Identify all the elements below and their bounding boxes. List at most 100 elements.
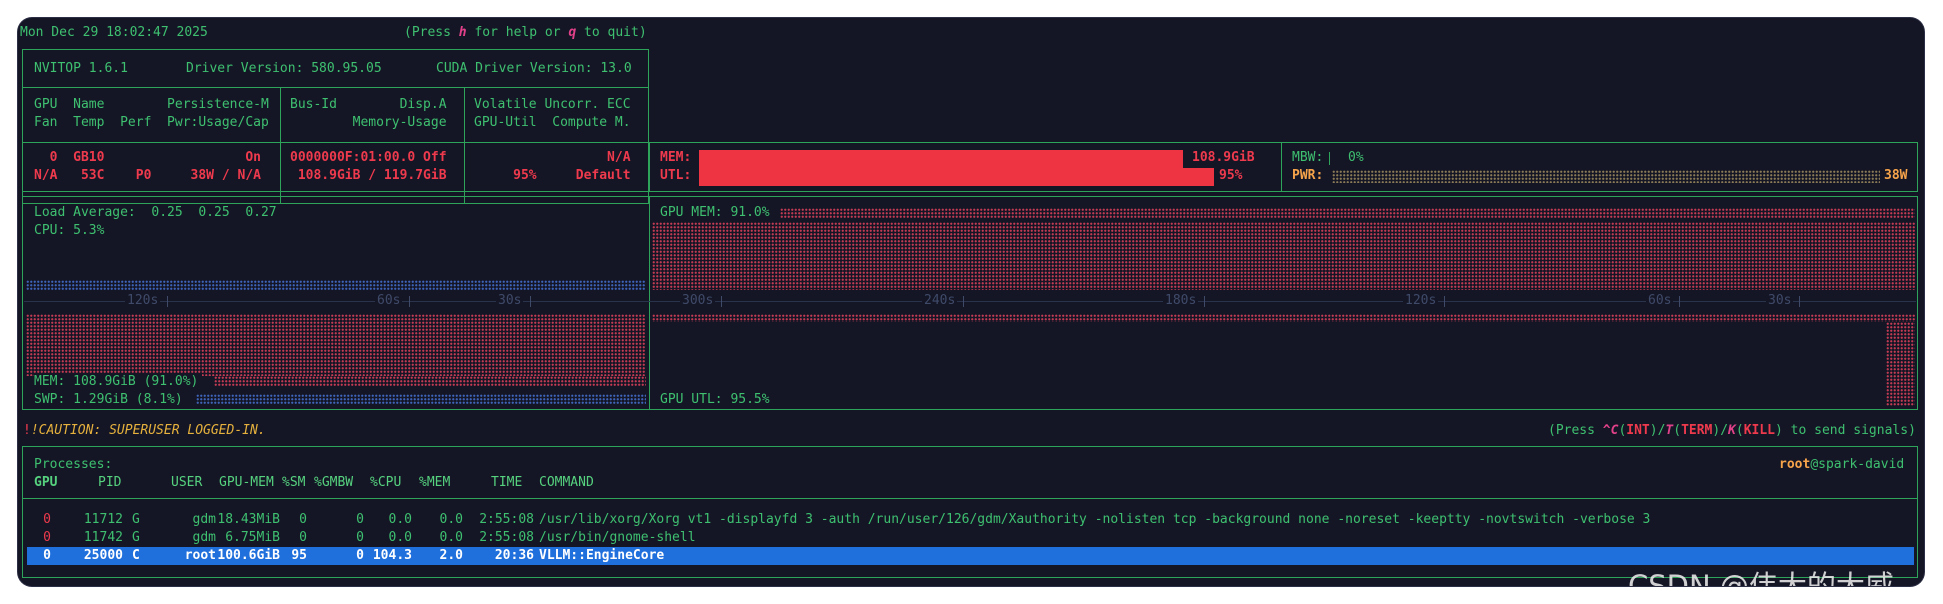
process-cpu: 104.3: [372, 548, 412, 563]
process-user: gdm: [192, 512, 216, 527]
utl-bar-label: UTL:: [660, 168, 692, 183]
help-hint: (Press h for help or q to quit): [404, 25, 647, 40]
gpu-header-col3-row1: Volatile Uncorr. ECC: [474, 97, 631, 112]
process-pid: 11742: [83, 530, 123, 545]
process-type: G: [132, 530, 140, 545]
swap-usage: SWP: 1.29GiB (8.1%): [34, 391, 187, 409]
gpu0-ecc: N/A: [474, 150, 631, 165]
load-average: Load Average: 0.25 0.25 0.27: [34, 205, 277, 220]
col-mem: %MEM: [419, 475, 451, 490]
col-gpu: GPU: [34, 475, 58, 490]
time-axis: [24, 301, 1916, 302]
process-gpu: 0: [43, 548, 51, 563]
right-tick-120s: 120s: [1403, 293, 1439, 309]
left-tick-60s: 60s: [375, 293, 403, 309]
gpu0-memory-usage: 108.9GiB / 119.7GiB: [290, 168, 447, 183]
process-gpu: 0: [43, 512, 51, 527]
process-command: /usr/lib/xorg/Xorg vt1 -displayfd 3 -aut…: [539, 512, 1651, 527]
process-type: C: [132, 548, 140, 563]
pwr-bar: [1332, 170, 1880, 183]
col-user: USER: [171, 475, 203, 490]
col-gmbw: %GMBW: [314, 475, 354, 490]
process-sm: 0: [299, 530, 307, 545]
pwr-value: 38W: [1884, 168, 1908, 183]
gpu-header-col2-row1: Bus-Id Disp.A: [290, 97, 447, 112]
csdn-watermark: CSDN @伟大的大威: [1628, 569, 1894, 586]
gpu0-name-persistence: 0 GB10 On: [34, 150, 261, 165]
process-type: G: [132, 512, 140, 527]
host-mem-usage: MEM: 108.9GiB (91.0%): [34, 373, 203, 391]
process-user: root: [184, 548, 216, 563]
left-tick-30s: 30s: [496, 293, 524, 309]
utl-usage-bar: [699, 168, 1214, 186]
host-mem-history-graph: [26, 314, 646, 376]
terminal-window: Mon Dec 29 18:02:47 2025 (Press h for he…: [18, 18, 1924, 586]
right-tick-60s: 60s: [1646, 293, 1674, 309]
gpu-header-col1-row2: Fan Temp Perf Pwr:Usage/Cap: [34, 115, 269, 130]
process-sm: 0: [299, 512, 307, 527]
process-pid: 11712: [83, 512, 123, 527]
gpu-header-col2-row2: Memory-Usage: [290, 115, 447, 130]
process-time: 2:55:08: [479, 530, 534, 545]
process-gmbw: 0: [356, 548, 364, 563]
gpu-header-col3-row2: GPU-Util Compute M.: [474, 115, 631, 130]
gpu0-fan-temp-power: N/A 53C P0 38W / N/A: [34, 168, 261, 183]
process-gpu-mem: 100.6GiB: [217, 548, 280, 563]
gpu-utl-history-graph: [652, 314, 1915, 322]
gpu-mem-percent: GPU MEM: 91.0%: [660, 205, 770, 220]
col-cpu: %CPU: [370, 475, 402, 490]
gpu-header-col1-row1: GPU Name Persistence-M: [34, 97, 269, 112]
cuda-version: CUDA Driver Version: 13.0: [436, 61, 632, 76]
processes-title: Processes:: [34, 457, 113, 472]
right-tick-300s: 300s: [680, 293, 716, 309]
left-tick-120s: 120s: [125, 293, 161, 309]
col-gpu-mem: GPU-MEM: [219, 475, 274, 490]
gpu-utl-history-graph-recent: [1886, 322, 1915, 406]
signal-hint: (Press ^C(INT)/T(TERM)/K(KILL) to send s…: [1548, 423, 1916, 438]
datetime: Mon Dec 29 18:02:47 2025: [20, 25, 208, 40]
process-gpu: 0: [43, 530, 51, 545]
process-time: 2:55:08: [479, 512, 534, 527]
col-time: TIME: [491, 475, 523, 490]
pwr-label: PWR:: [1292, 168, 1324, 183]
cpu-percent: CPU: 5.3%: [34, 223, 105, 238]
process-gpu-mem: 6.75MiB: [225, 530, 280, 545]
process-sm: 95: [291, 548, 307, 563]
nvitop-version: NVITOP 1.6.1: [34, 61, 128, 76]
mbw-value: 0%: [1348, 150, 1364, 165]
process-mem: 2.0: [439, 548, 463, 563]
mem-usage-bar: [699, 150, 1184, 168]
process-mem: 0.0: [439, 530, 463, 545]
cpu-history-graph: [26, 280, 646, 290]
mbw-label: MBW:: [1292, 150, 1324, 165]
col-sm: %SM: [282, 475, 306, 490]
process-gpu-mem: 18.43MiB: [217, 512, 280, 527]
gpu0-util-compute: 95% Default: [474, 168, 631, 183]
process-gmbw: 0: [356, 530, 364, 545]
process-user: gdm: [192, 530, 216, 545]
host-mem-history-graph-tail: [214, 376, 646, 386]
gpu0-bus-id: 0000000F:01:00.0 Off: [290, 150, 447, 165]
int-key: ^C: [1602, 423, 1619, 438]
driver-version: Driver Version: 580.95.05: [186, 61, 382, 76]
mem-bar-label: MEM:: [660, 150, 692, 165]
gpu-mem-history-graph-top: [780, 208, 1915, 218]
gpu-mem-history-graph: [652, 222, 1915, 290]
right-tick-30s: 30s: [1766, 293, 1794, 309]
process-gmbw: 0: [356, 512, 364, 527]
col-pid: PID: [98, 475, 122, 490]
mem-bar-value: 108.9GiB: [1192, 150, 1255, 165]
process-command: /usr/bin/gnome-shell: [539, 530, 696, 545]
superuser-caution: !!CAUTION: SUPERUSER LOGGED-IN.: [23, 423, 266, 438]
help-key: h: [458, 25, 467, 40]
utl-bar-value: 95%: [1219, 168, 1243, 183]
process-mem: 0.0: [439, 512, 463, 527]
kill-key: K: [1728, 423, 1736, 438]
term-key: T: [1665, 423, 1674, 438]
col-command: COMMAND: [539, 475, 594, 490]
process-cpu: 0.0: [388, 530, 412, 545]
right-tick-180s: 180s: [1163, 293, 1199, 309]
process-pid: 25000: [83, 548, 123, 563]
user-at-host: root@spark-david: [1779, 457, 1905, 472]
process-time: 20:36: [494, 548, 534, 563]
